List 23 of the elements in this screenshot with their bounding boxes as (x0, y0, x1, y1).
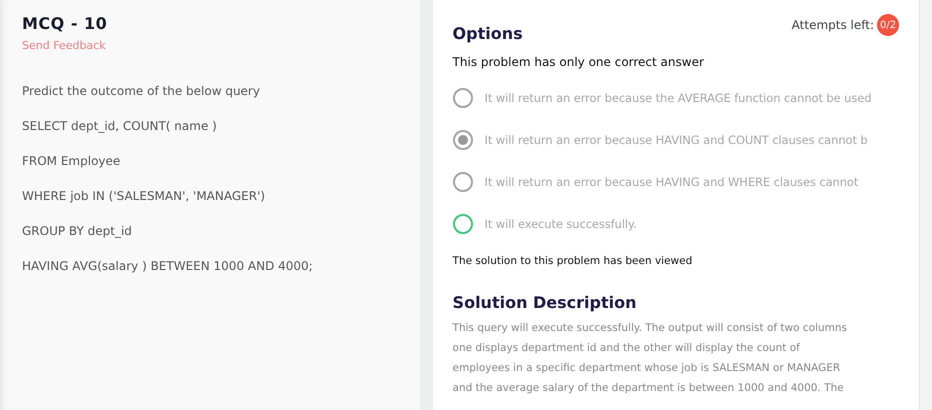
question-text: Predict the outcome of the below query (22, 83, 261, 100)
solution-heading: Solution Description (452, 293, 638, 312)
question-text: HAVING AVG(salary ) BETWEEN 1000 AND 4000; (22, 258, 314, 275)
radio-button[interactable] (452, 214, 473, 234)
radio-button[interactable] (452, 130, 473, 150)
options-heading: Options (452, 24, 523, 43)
send-feedback-link[interactable]: Send Feedback (22, 39, 106, 52)
solution-text: This query will execute successfully. The output will consist of two columns one displays department id and the other will display the count of employees in a specific department whose job is SALESMAN or MANAGER and the average salary of the department is between 1000 and 4000. The (452, 321, 848, 396)
question-text: WHERE job IN ('SALESMAN', 'MANAGER') (22, 188, 266, 205)
question-text: GROUP BY dept_id (22, 223, 133, 240)
option-label: It will return an error because HAVING and WHERE clauses cannot (484, 175, 858, 189)
question-text: SELECT dept_id, COUNT( name ) (22, 118, 218, 135)
option-label: It will return an error because HAVING and COUNT clauses cannot b (484, 133, 868, 147)
question-text: FROM Employee (22, 153, 122, 170)
attempts-label: Attempts left: (792, 18, 874, 32)
attempts-badge: 0/2 (877, 14, 900, 36)
question-title: MCQ - 10 (22, 14, 108, 33)
radio-button[interactable] (452, 88, 473, 108)
option-label: It will return an error because the AVERAGE function cannot be used (484, 91, 872, 105)
radio-button[interactable] (452, 172, 473, 192)
instruction-text: This problem has only one correct answer (452, 55, 705, 69)
status-text: The solution to this problem has been viewed (452, 255, 694, 267)
option-label: It will execute successfully. (484, 217, 637, 231)
